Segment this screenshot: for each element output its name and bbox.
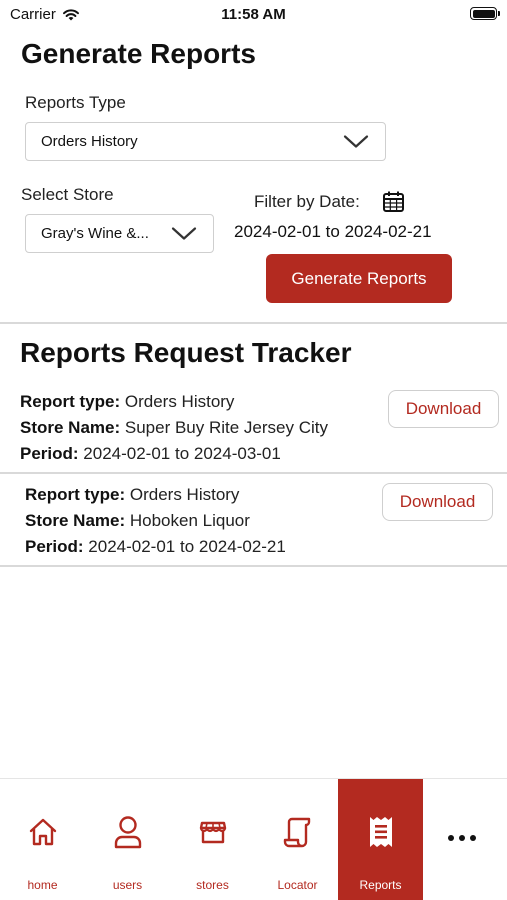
report-type-value: Orders History: [129, 485, 240, 504]
home-icon: [29, 818, 56, 846]
report-period-line: Period: 2024-02-01 to 2024-03-01: [20, 444, 281, 464]
report-type-value: Orders History: [124, 392, 235, 411]
scroll-icon: [283, 817, 310, 848]
tab-bar: home users stores Locator Reports: [0, 778, 507, 900]
report-store-key: Store Name:: [20, 418, 121, 437]
report-period-value: 2024-02-01 to 2024-02-21: [88, 537, 286, 556]
filter-by-date-label: Filter by Date:: [254, 192, 360, 211]
tab-reports-label: Reports: [359, 878, 402, 892]
reports-type-value: Orders History: [41, 133, 138, 150]
more-icon[interactable]: [448, 835, 476, 841]
tab-locator-label: Locator: [277, 878, 318, 892]
tab-users[interactable]: users: [85, 779, 170, 900]
report-divider: [0, 565, 507, 567]
store-select[interactable]: Gray's Wine &...: [25, 214, 214, 253]
report-type-key: Report type:: [20, 392, 121, 411]
tracker-title: Reports Request Tracker: [20, 337, 352, 368]
report-store-line: Store Name: Super Buy Rite Jersey City: [20, 418, 328, 438]
tab-reports[interactable]: Reports: [338, 779, 423, 900]
report-type-line: Report type: Orders History: [20, 392, 234, 412]
store-select-value: Gray's Wine &...: [41, 225, 149, 242]
report-type-key: Report type:: [25, 485, 126, 504]
report-period-line: Period: 2024-02-01 to 2024-02-21: [25, 537, 286, 557]
tab-stores[interactable]: stores: [170, 779, 255, 900]
report-type-line: Report type: Orders History: [25, 485, 239, 505]
chevron-down-icon: [171, 226, 197, 240]
report-period-value: 2024-02-01 to 2024-03-01: [83, 444, 281, 463]
tab-locator[interactable]: Locator: [255, 779, 340, 900]
page-title: Generate Reports: [21, 38, 256, 69]
report-store-line: Store Name: Hoboken Liquor: [25, 511, 250, 531]
report-item: Report type: Orders History Store Name: …: [0, 388, 507, 472]
tab-home[interactable]: home: [0, 779, 85, 900]
date-range-value[interactable]: 2024-02-01 to 2024-02-21: [234, 222, 432, 242]
tab-home-label: home: [27, 878, 58, 892]
report-store-key: Store Name:: [25, 511, 126, 530]
report-period-key: Period:: [25, 537, 84, 556]
report-store-value: Hoboken Liquor: [129, 511, 250, 530]
status-bar: Carrier 11:58 AM: [0, 0, 507, 30]
chevron-down-icon: [343, 134, 369, 148]
user-icon: [114, 816, 141, 849]
report-divider: [0, 472, 507, 474]
section-divider: [0, 322, 507, 324]
download-button[interactable]: Download: [388, 390, 499, 428]
tab-stores-label: stores: [196, 878, 229, 892]
battery-icon: [470, 7, 500, 20]
tab-users-label: users: [112, 878, 143, 892]
report-store-value: Super Buy Rite Jersey City: [124, 418, 329, 437]
report-item: Report type: Orders History Store Name: …: [0, 481, 507, 565]
reports-type-label: Reports Type: [25, 93, 126, 112]
receipt-icon: [369, 817, 392, 847]
store-icon: [199, 821, 226, 844]
reports-type-select[interactable]: Orders History: [25, 122, 386, 161]
calendar-icon[interactable]: [382, 190, 405, 213]
generate-reports-button[interactable]: Generate Reports: [266, 254, 452, 303]
status-time: 11:58 AM: [221, 6, 286, 23]
report-period-key: Period:: [20, 444, 79, 463]
download-button[interactable]: Download: [382, 483, 493, 521]
select-store-label: Select Store: [21, 185, 114, 204]
